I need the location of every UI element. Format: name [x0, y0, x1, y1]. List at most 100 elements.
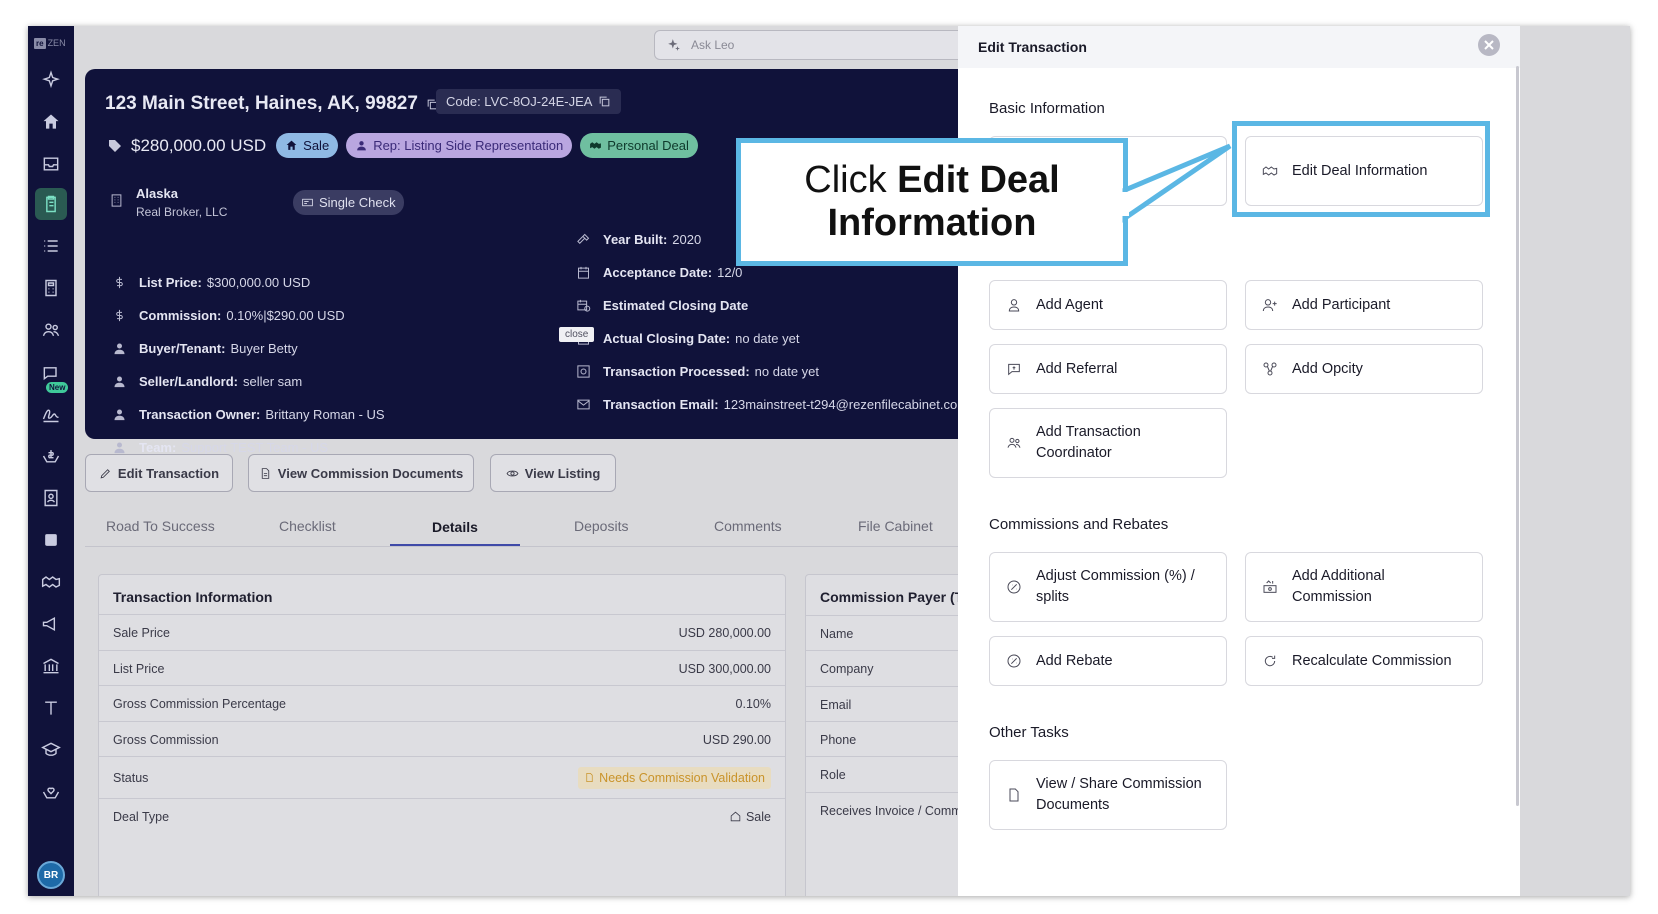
- tutorial-callout: Click Edit Deal Information: [736, 138, 1128, 266]
- add-agent-button[interactable]: Add Agent: [989, 280, 1227, 330]
- graduation-cap-icon[interactable]: [35, 734, 67, 766]
- panel-title: Commission Payer (T: [820, 589, 964, 605]
- percent-circle-icon: [1007, 580, 1021, 594]
- refresh-icon: [1264, 655, 1276, 667]
- inbox-icon[interactable]: [35, 148, 67, 180]
- sparkle-icon: [668, 39, 680, 51]
- table-row: Status Needs Commission Validation: [99, 756, 785, 798]
- add-referral-button[interactable]: Add Referral: [989, 344, 1227, 394]
- add-rebate-button[interactable]: Add Rebate: [989, 636, 1227, 686]
- close-icon[interactable]: [1478, 34, 1500, 56]
- building-icon: [109, 193, 124, 213]
- bank-icon[interactable]: [35, 650, 67, 682]
- representation-chip: Rep: Listing Side Representation: [346, 133, 573, 158]
- list-icon[interactable]: [35, 230, 67, 262]
- user-avatar[interactable]: BR: [37, 861, 65, 889]
- team-row: Team: Support TEST Team - US: [109, 440, 328, 455]
- clipboard-icon[interactable]: [35, 188, 67, 220]
- sparkle-icon[interactable]: [35, 64, 67, 96]
- drawer-scrollbar[interactable]: [1516, 66, 1519, 806]
- status-badge: Needs Commission Validation: [578, 766, 771, 789]
- owner-row: Transaction Owner: Brittany Roman - US: [109, 407, 385, 422]
- tab-divider: [85, 546, 985, 547]
- left-nav-rail: re ZEN New BR: [28, 26, 74, 896]
- money-hands-icon[interactable]: [35, 440, 67, 472]
- megaphone-icon[interactable]: [35, 608, 67, 640]
- calculator-icon[interactable]: [35, 272, 67, 304]
- section-basic-information: Basic Information: [989, 100, 1105, 117]
- tab-deposits[interactable]: Deposits: [574, 518, 628, 534]
- transaction-information-panel: Transaction Information Sale Price USD 28…: [98, 574, 786, 896]
- broker-info: Alaska Real Broker, LLC: [109, 186, 227, 219]
- contact-card-icon[interactable]: [35, 482, 67, 514]
- people-icon[interactable]: [35, 314, 67, 346]
- edit-transaction-button[interactable]: Edit Transaction: [85, 454, 233, 492]
- money-stack-icon: [1263, 580, 1277, 593]
- ask-leo-bar[interactable]: Ask Leo: [654, 30, 986, 60]
- tab-checklist[interactable]: Checklist: [279, 518, 336, 534]
- calendar-clock-icon: [573, 298, 593, 313]
- active-tab-indicator: [390, 544, 520, 546]
- dollar-icon: [109, 308, 129, 323]
- document-icon: [1009, 788, 1019, 802]
- tab-file-cabinet[interactable]: File Cabinet: [858, 518, 933, 534]
- tag-icon: [109, 139, 121, 152]
- heart-hands-icon[interactable]: [35, 776, 67, 808]
- hammer-icon: [573, 232, 593, 247]
- personal-deal-chip: Personal Deal: [580, 133, 698, 158]
- handshake-icon[interactable]: [35, 566, 67, 598]
- calendar-icon: [573, 265, 593, 280]
- mail-icon: [573, 397, 593, 412]
- table-row: Sale Price USD 280,000.00: [99, 614, 785, 650]
- view-listing-button[interactable]: View Listing: [490, 454, 616, 492]
- home-icon: [730, 811, 741, 822]
- referral-icon: [1008, 363, 1020, 376]
- close-tooltip[interactable]: close: [559, 327, 595, 342]
- adjust-commission-button[interactable]: Adjust Commission (%) / splits: [989, 552, 1227, 622]
- seller-row: Seller/Landlord: seller sam: [109, 374, 302, 389]
- pencil-icon: [100, 468, 110, 478]
- text-icon[interactable]: [35, 692, 67, 724]
- person-add-icon: [1262, 299, 1277, 312]
- home-icon[interactable]: [35, 106, 67, 138]
- person-icon: [109, 407, 129, 422]
- person-icon: [1008, 299, 1020, 312]
- drawer-title: Edit Transaction: [978, 39, 1087, 55]
- signature-icon[interactable]: [35, 398, 67, 430]
- app-logo[interactable]: re ZEN: [34, 36, 66, 50]
- add-participant-button[interactable]: Add Participant: [1245, 280, 1483, 330]
- copy-icon[interactable]: [598, 95, 611, 108]
- table-row: Gross Commission USD 290.00: [99, 721, 785, 757]
- acceptance-date-row: Acceptance Date: 12/0: [573, 265, 742, 280]
- broker-name: Real Broker, LLC: [136, 205, 228, 219]
- view-commission-documents-button[interactable]: View Commission Documents: [248, 454, 474, 492]
- wallet-icon[interactable]: [35, 524, 67, 556]
- person-icon: [109, 374, 129, 389]
- view-share-commission-documents-button[interactable]: View / Share Commission Documents: [989, 760, 1227, 830]
- estimated-closing-row: Estimated Closing Date: [573, 298, 753, 313]
- dollar-icon: [109, 275, 129, 290]
- add-opcity-button[interactable]: Add Opcity: [1245, 344, 1483, 394]
- transaction-code: Code: LVC-8OJ-24E-JEA: [436, 89, 622, 114]
- table-row: List Price USD 300,000.00: [99, 650, 785, 686]
- tab-comments[interactable]: Comments: [714, 518, 782, 534]
- add-additional-commission-button[interactable]: Add Additional Commission: [1245, 552, 1483, 622]
- panel-title: Transaction Information: [113, 589, 273, 605]
- recalculate-commission-button[interactable]: Recalculate Commission: [1245, 636, 1483, 686]
- single-check-badge: Single Check: [293, 190, 404, 215]
- drawer-header: Edit Transaction: [958, 26, 1520, 68]
- tab-details[interactable]: Details: [432, 519, 478, 535]
- property-address: 123 Main Street, Haines, AK, 99827: [105, 93, 418, 114]
- tab-road-to-success[interactable]: Road To Success: [106, 518, 215, 534]
- actual-closing-row: Actual Closing Date: no date yet: [573, 331, 799, 346]
- percent-circle-icon: [1007, 654, 1021, 668]
- price-display: $280,000.00 USD: [107, 136, 266, 156]
- person-icon: [109, 341, 129, 356]
- network-icon: [1263, 362, 1277, 376]
- add-transaction-coordinator-button[interactable]: Add Transaction Coordinator: [989, 408, 1227, 478]
- commission-row: Commission: 0.10%|$290.00 USD: [109, 308, 345, 323]
- ask-leo-placeholder: Ask Leo: [691, 38, 735, 52]
- section-other-tasks: Other Tasks: [989, 724, 1069, 741]
- person-icon: [357, 141, 367, 151]
- table-row: Gross Commission Percentage 0.10%: [99, 685, 785, 721]
